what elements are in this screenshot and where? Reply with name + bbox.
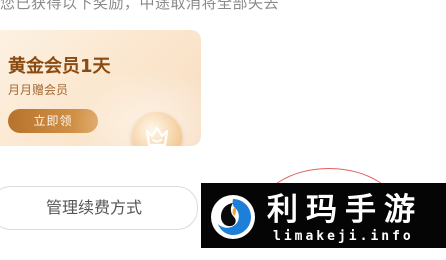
watermark-url: limakeji.info: [273, 229, 414, 244]
claim-button[interactable]: 立即领: [8, 109, 98, 133]
crown-badge-icon: [132, 112, 182, 146]
watermark-banner: 利玛手游 limakeji.info: [201, 183, 446, 248]
reward-subtitle: 月月赠会员: [8, 83, 69, 97]
watermark-title: 利玛手游: [267, 192, 423, 228]
notice-text: 您已获得以下奖励，中途取消将全部失去: [0, 0, 280, 12]
reward-title: 黄金会员1天: [8, 56, 111, 77]
reward-card[interactable]: 黄金会员1天 月月赠会员 立即领: [0, 30, 201, 146]
manage-renewal-button[interactable]: 管理续费方式: [0, 186, 198, 230]
watermark-logo-icon: [211, 195, 255, 239]
